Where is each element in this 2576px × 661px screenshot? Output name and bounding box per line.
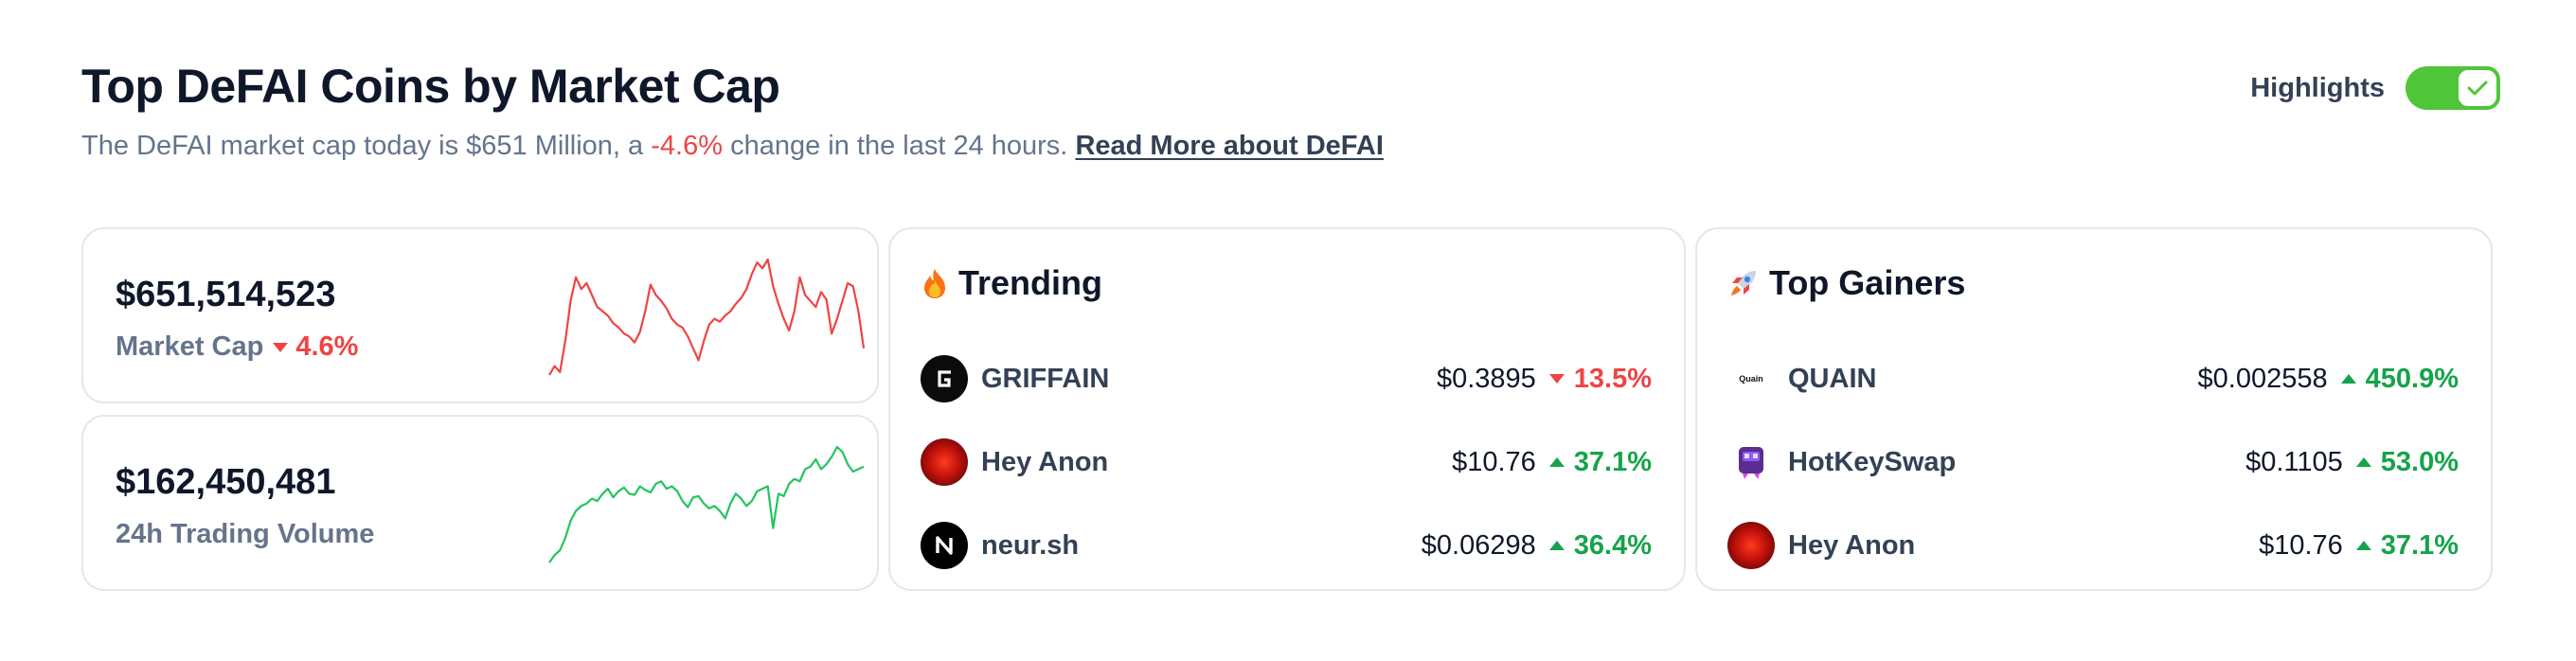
market-cap-sparkline xyxy=(548,258,866,376)
hotkeyswap-logo xyxy=(1727,438,1775,486)
coin-name: QUAIN xyxy=(1788,363,1877,394)
subtitle-change: -4.6% xyxy=(651,131,723,161)
griffain-g-icon xyxy=(938,370,951,387)
coin-change: 53.0% xyxy=(2355,446,2459,478)
trading-volume-card: $162,450,481 24h Trading Volume xyxy=(81,415,879,591)
market-cap-change-value: 4.6% xyxy=(295,331,359,362)
coin-price: $0.1105 xyxy=(2245,446,2343,477)
coin-price-change: $0.1105 53.0% xyxy=(2245,447,2459,478)
caret-up-icon xyxy=(1548,541,1565,550)
gainers-row-quain[interactable]: Quain QUAIN $0.002558 450.9% xyxy=(1727,337,2459,420)
coin-change: 37.1% xyxy=(2355,529,2459,562)
caret-up-icon xyxy=(1548,457,1565,467)
market-cap-label: Market Cap xyxy=(116,331,264,362)
coin-name: Hey Anon xyxy=(981,446,1109,477)
top-gainers-card: Top Gainers Quain QUAIN $0.002558 450.9% xyxy=(1695,227,2493,591)
sparkline-path xyxy=(548,445,865,563)
trading-volume-sparkline xyxy=(548,445,865,563)
top-gainers-list: Quain QUAIN $0.002558 450.9% HotKeySwap … xyxy=(1727,337,2459,587)
sparkline-path xyxy=(548,258,866,376)
trending-row-hey-anon[interactable]: Hey Anon $10.76 37.1% xyxy=(921,420,1652,504)
coin-change: 13.5% xyxy=(1548,363,1652,395)
hey-anon-logo xyxy=(1727,522,1775,569)
caret-up-icon xyxy=(2340,374,2356,384)
caret-down-icon xyxy=(1548,374,1565,384)
trading-volume-label-row: 24h Trading Volume xyxy=(116,519,374,550)
trading-volume-label: 24h Trading Volume xyxy=(116,519,375,549)
trending-card: Trending GRIFFAIN $0.3895 13.5% Hey Anon xyxy=(888,227,1686,591)
top-gainers-title: Top Gainers xyxy=(1727,263,1965,303)
hotkeyswap-icon xyxy=(1739,447,1763,479)
trending-row-griffain[interactable]: GRIFFAIN $0.3895 13.5% xyxy=(921,337,1652,420)
rocket-icon xyxy=(1731,271,1756,295)
quain-logo: Quain xyxy=(1727,355,1775,402)
coin-price-change: $0.06298 36.4% xyxy=(1422,530,1652,562)
coin-name: HotKeySwap xyxy=(1788,446,1957,477)
trending-row-neur[interactable]: neur.sh $0.06298 36.4% xyxy=(921,504,1652,587)
trending-list: GRIFFAIN $0.3895 13.5% Hey Anon $10.76 3… xyxy=(921,337,1652,587)
coin-price: $0.002558 xyxy=(2197,363,2328,394)
coin-change: 450.9% xyxy=(2340,363,2459,395)
coin-price-change: $0.002558 450.9% xyxy=(2198,364,2459,395)
read-more-link[interactable]: Read More about DeFAI xyxy=(1075,131,1384,161)
caret-down-icon xyxy=(273,342,289,352)
page-subtitle: The DeFAI market cap today is $651 Milli… xyxy=(81,131,1384,162)
page-title: Top DeFAI Coins by Market Cap xyxy=(81,60,780,113)
hey-anon-logo xyxy=(921,438,968,486)
coin-change-value: 53.0% xyxy=(2380,446,2459,477)
subtitle-suffix: change in the last 24 hours. xyxy=(730,131,1068,161)
market-cap-value: $651,514,523 xyxy=(116,275,336,314)
coin-price-change: $10.76 37.1% xyxy=(1452,447,1652,478)
highlights-toggle[interactable] xyxy=(2406,66,2500,110)
toggle-knob xyxy=(2455,66,2500,110)
coin-change-value: 37.1% xyxy=(2380,529,2459,561)
coin-change: 36.4% xyxy=(1548,529,1652,562)
trading-volume-value: $162,450,481 xyxy=(116,462,336,502)
coin-name: GRIFFAIN xyxy=(981,363,1110,394)
trending-title-text: Trending xyxy=(958,263,1102,302)
coin-price-change: $0.3895 13.5% xyxy=(1437,364,1652,395)
highlights-control: Highlights xyxy=(2250,66,2500,110)
gainers-row-hey-anon[interactable]: Hey Anon $10.76 37.1% xyxy=(1727,504,2459,587)
coin-change-value: 450.9% xyxy=(2365,363,2459,394)
quain-logo-text: Quain xyxy=(1739,374,1763,384)
subtitle-prefix: The DeFAI market cap today is $651 Milli… xyxy=(81,131,644,161)
market-cap-change: 4.6% xyxy=(273,331,358,363)
market-cap-card: $651,514,523 Market Cap 4.6% xyxy=(81,227,879,403)
coin-change-value: 13.5% xyxy=(1573,363,1652,394)
griffain-logo xyxy=(921,355,968,402)
coin-price-change: $10.76 37.1% xyxy=(2259,530,2459,562)
highlights-label: Highlights xyxy=(2250,72,2385,103)
neur-logo xyxy=(921,522,968,569)
coin-name: neur.sh xyxy=(981,529,1080,561)
fire-icon xyxy=(924,269,945,298)
top-gainers-title-text: Top Gainers xyxy=(1769,263,1966,302)
caret-up-icon xyxy=(2355,457,2371,467)
coin-change: 37.1% xyxy=(1548,446,1652,478)
coin-price: $0.06298 xyxy=(1421,529,1536,561)
coin-price: $10.76 xyxy=(1452,446,1536,477)
gainers-row-hotkeyswap[interactable]: HotKeySwap $0.1105 53.0% xyxy=(1727,420,2459,504)
neur-n-icon xyxy=(936,536,953,555)
trending-title: Trending xyxy=(921,263,1102,303)
coin-change-value: 36.4% xyxy=(1573,529,1652,561)
check-icon xyxy=(2467,80,2488,96)
coin-price: $10.76 xyxy=(2259,529,2343,561)
market-cap-label-row: Market Cap 4.6% xyxy=(116,331,358,363)
coin-price: $0.3895 xyxy=(1436,363,1536,394)
coin-name: Hey Anon xyxy=(1788,529,1916,561)
coin-change-value: 37.1% xyxy=(1573,446,1652,477)
caret-up-icon xyxy=(2355,541,2371,550)
